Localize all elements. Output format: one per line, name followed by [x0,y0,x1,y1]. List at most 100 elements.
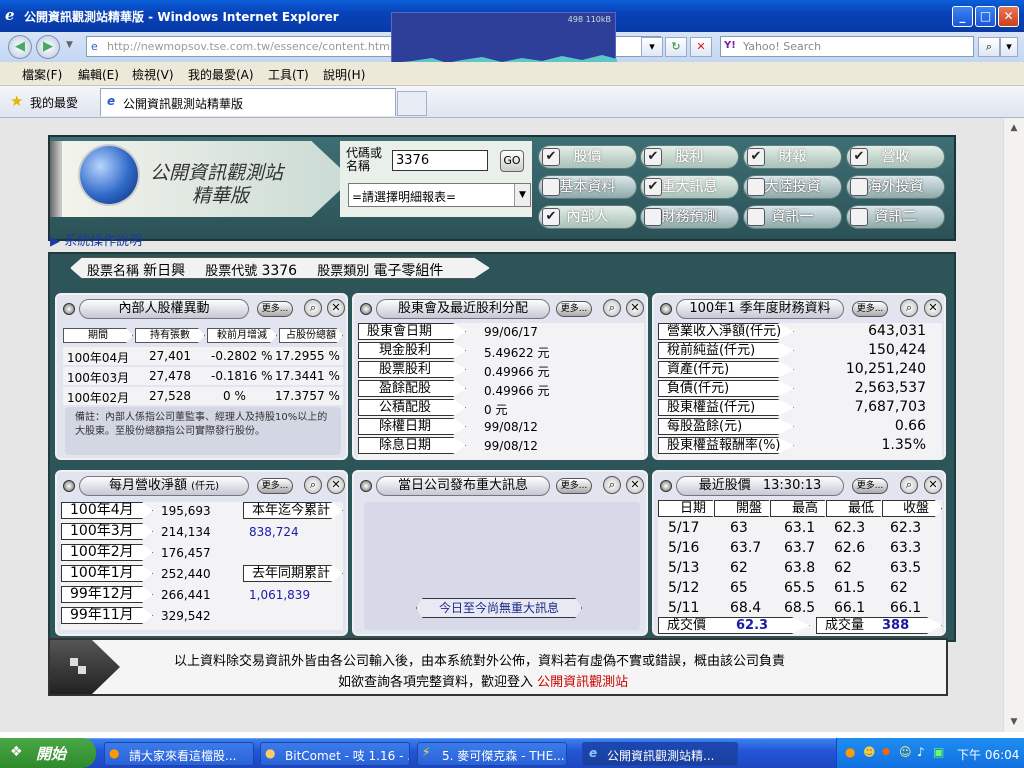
menu-help[interactable]: 說明(H) [323,66,365,83]
tray-bitcomet-icon[interactable]: ✹ [881,745,891,759]
search-button[interactable]: ⌕ [978,37,1000,57]
close-icon[interactable]: ✕ [327,299,345,317]
go-button[interactable]: GO [500,150,524,172]
dividend-table: 股東會日期 99/06/17 現金股利 5.49622 元 股票股利 0.499… [358,323,644,459]
zoom-icon[interactable]: ⌕ [900,476,918,494]
check-forecast[interactable]: 財務預測 [640,205,739,229]
menu-favorites[interactable]: 我的最愛(A) [188,66,254,83]
price-more-button[interactable]: 更多... [852,478,888,494]
check-basic-info[interactable]: 基本資料 [538,175,637,199]
check-info-2[interactable]: 資訊二 [846,205,945,229]
check-label: 資訊一 [771,209,814,225]
check-info-1[interactable]: 資訊一 [743,205,842,229]
price-panel: 最近股價 13:30:13 更多... ⌕ ✕ 日期 開盤 最高 最低 收盤 5… [652,470,946,636]
news-panel: 當日公司發布重大訊息 更多... ⌕ ✕ 今日至今尚無重大訊息 [352,470,648,636]
deal-volume-field: 成交量 388 [816,617,942,634]
back-button[interactable]: ◀ [8,35,32,59]
insider-header-change: 較前月增減 [207,328,277,343]
insider-header-shares: 持有張數 [135,328,205,343]
zoom-icon[interactable]: ⌕ [603,299,621,317]
taskbar-item-ie[interactable]: e 公開資訊觀測站精... [582,742,738,766]
close-icon[interactable]: ✕ [327,476,345,494]
report-select[interactable]: =請選擇明細報表= ▼ [348,183,531,207]
forward-button[interactable]: ▶ [36,35,60,59]
dividend-more-button[interactable]: 更多... [556,301,592,317]
table-row: 100年03月 27,478 -0.1816 % 17.3441 % [63,367,343,385]
new-tab-button[interactable] [397,91,427,116]
finance-value: 10,251,240 [845,361,926,377]
deal-price-label: 成交價 [667,618,707,633]
close-icon[interactable]: ✕ [924,476,942,494]
mops-link[interactable]: 公開資訊觀測站 [537,675,628,690]
stock-code-input[interactable]: 3376 [392,150,488,171]
check-revenue[interactable]: ✔ 營收 [846,145,945,169]
checkbox-empty-icon [542,178,560,196]
tray-app-icon[interactable]: ☻ [863,745,876,759]
zoom-icon[interactable]: ⌕ [304,299,322,317]
tray-firefox-icon[interactable]: ● [845,745,855,759]
menu-edit[interactable]: 編輯(E) [78,66,119,83]
insider-more-button[interactable]: 更多... [257,301,293,317]
tray-messenger-icon[interactable]: ☺ [899,745,912,759]
taskbar-item-bitcomet[interactable]: ● BitComet - 吱 1.16 - ... [260,742,410,766]
zoom-icon[interactable]: ⌕ [304,476,322,494]
stop-button[interactable]: ✕ [690,37,712,57]
maximize-button[interactable]: □ [975,6,996,27]
tab-active[interactable]: e 公開資訊觀測站精華版 [100,88,396,116]
vertical-scrollbar[interactable]: ▲ ▼ [1003,118,1024,732]
search-input[interactable]: Y! Yahoo! Search [720,36,974,57]
code-label: 代碼或名稱 [346,146,383,173]
revenue-more-button[interactable]: 更多... [257,478,293,494]
address-dropdown-button[interactable]: ▾ [641,37,663,57]
close-icon[interactable]: ✕ [626,476,644,494]
scroll-up-icon[interactable]: ▲ [1006,120,1022,136]
price-title-text: 最近股價 [698,478,751,493]
panel-bullet-icon [360,303,372,315]
close-button[interactable]: ✕ [998,6,1019,27]
disclaimer-text: 如欲查詢各項完整資料，歡迎登入 [338,675,534,690]
zoom-icon[interactable]: ⌕ [603,476,621,494]
tab-label: 公開資訊觀測站精華版 [123,97,244,111]
taskbar-item-music[interactable]: ⚡ 5. 麥可傑克森 - THE... [417,742,567,766]
tray-network-icon[interactable]: ▣ [933,745,944,759]
pixel-icon [78,666,86,674]
minimize-button[interactable]: _ [952,6,973,27]
price-high: 63.8 [784,560,816,576]
history-dropdown-icon[interactable]: ▼ [66,40,73,50]
check-stock-price[interactable]: ✔ 股價 [538,145,637,169]
revenue-unit: (仟元) [191,481,219,492]
check-label: 營收 [881,149,910,165]
finance-panel: 100年1 季年度財務資料 更多... ⌕ ✕ 營業收入淨額(仟元) 643,0… [652,293,946,460]
menu-file[interactable]: 檔案(F) [22,66,62,83]
checkbox-checked-icon: ✔ [644,148,662,166]
close-icon[interactable]: ✕ [924,299,942,317]
help-link[interactable]: ▶ 系統操作說明 [50,230,142,249]
menu-view[interactable]: 檢視(V) [132,66,174,83]
tray-volume-icon[interactable]: ♪ [917,745,925,759]
check-china-investment[interactable]: 大陸投資 [743,175,842,199]
search-options-button[interactable]: ▾ [1000,37,1018,57]
check-major-news[interactable]: ✔ 重大訊息 [640,175,739,199]
taskbar-item-firefox[interactable]: ● 請大家來看這檔股... [104,742,254,766]
check-financials[interactable]: ✔ 財報 [743,145,842,169]
insider-panel: 內部人股權異動 更多... ⌕ ✕ 期間 持有張數 較前月增減 占股份總額 10… [55,293,348,460]
menu-tools[interactable]: 工具(T) [268,66,309,83]
check-insider[interactable]: ✔ 內部人 [538,205,637,229]
revenue-prev-label: 去年同期累計 [243,565,343,582]
start-button[interactable]: ❖ 開始 [0,738,96,768]
close-icon[interactable]: ✕ [626,299,644,317]
address-text: http://newmopsov.tse.com.tw/essence/cont… [107,40,393,53]
check-dividend[interactable]: ✔ 股利 [640,145,739,169]
scroll-down-icon[interactable]: ▼ [1006,714,1022,730]
finance-more-button[interactable]: 更多... [852,301,888,317]
network-meter-label: 498 110kB [567,15,611,24]
favorites-button[interactable]: 我的最愛 [30,94,78,111]
zoom-icon[interactable]: ⌕ [900,299,918,317]
price-time: 13:30:13 [762,478,822,493]
price-low: 66.1 [834,600,866,616]
check-overseas-investment[interactable]: 海外投資 [846,175,945,199]
price-table: 日期 開盤 最高 最低 收盤 5/17 63 63.1 62.3 62.3 5/… [658,500,942,634]
refresh-button[interactable]: ↻ [665,37,687,57]
panel-bullet-icon [360,480,372,492]
news-more-button[interactable]: 更多... [556,478,592,494]
